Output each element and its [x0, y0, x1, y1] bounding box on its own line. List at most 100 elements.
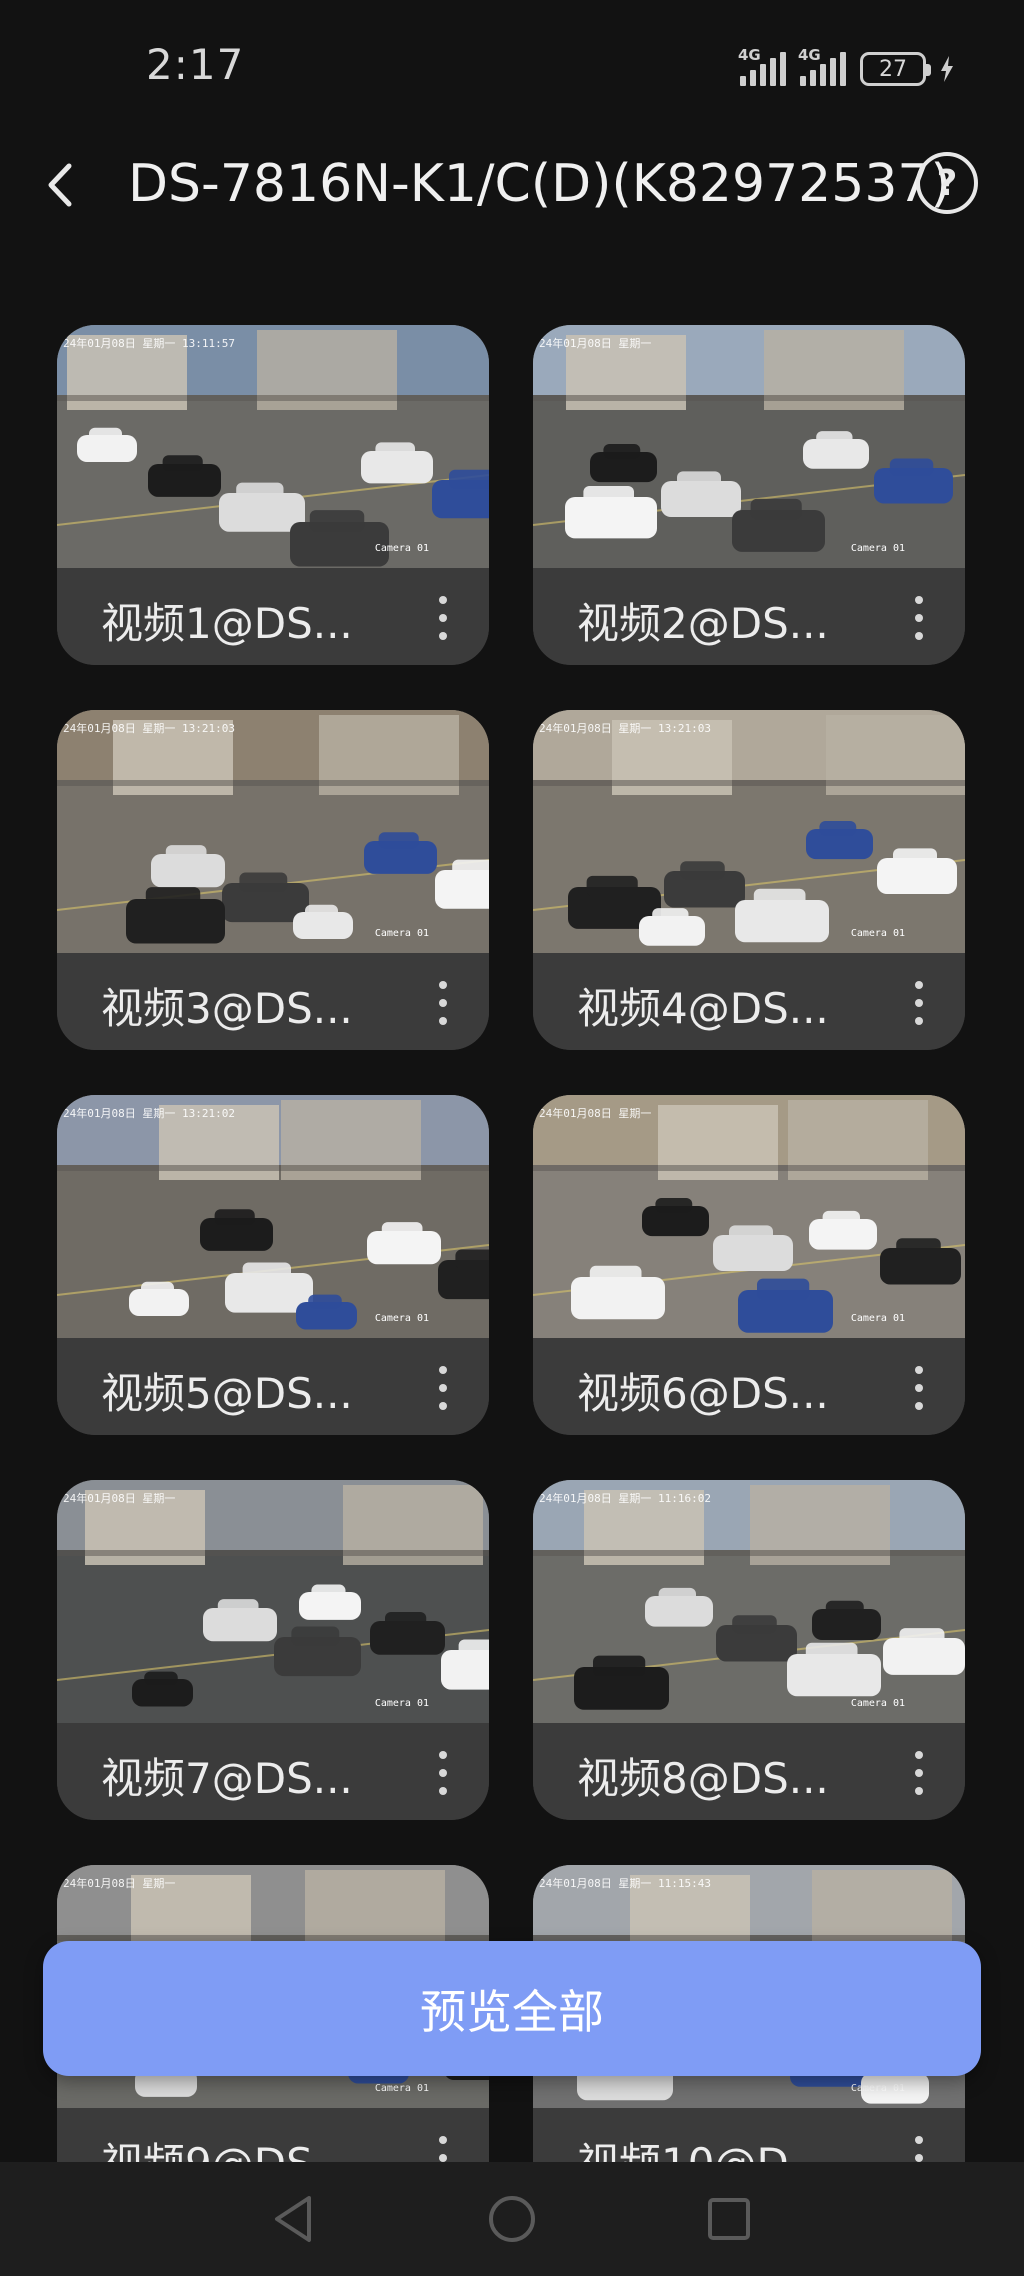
camera-card[interactable]: 24年01月08日 星期一 11:16:02 Camera 01 视频8@DS...: [533, 1480, 965, 1820]
camera-timestamp: 24年01月08日 星期一 13:11:57: [63, 337, 235, 350]
camera-name: 视频5@DS...: [101, 1369, 353, 1418]
camera-name: 视频6@DS...: [577, 1369, 829, 1418]
camera-channel-label: Camera 01: [850, 928, 905, 939]
more-options-button[interactable]: [909, 1751, 929, 1795]
battery-icon: 27: [860, 52, 931, 86]
dot-icon: [915, 1366, 923, 1374]
camera-card[interactable]: 24年01月08日 星期一 Camera 01 视频2@DS...: [533, 325, 965, 665]
camera-channel-label: Camera 01: [374, 1313, 429, 1324]
camera-card[interactable]: 24年01月08日 星期一 Camera 01 视频7@DS...: [57, 1480, 489, 1820]
more-options-button[interactable]: [433, 1366, 453, 1410]
dot-icon: [915, 1787, 923, 1795]
camera-name: 视频1@DS...: [101, 599, 353, 648]
dot-icon: [439, 1769, 447, 1777]
status-icons: 4G 4G 27: [738, 46, 954, 86]
back-button[interactable]: [30, 150, 90, 220]
nav-back-button[interactable]: [258, 2188, 328, 2250]
camera-channel-label: Camera 01: [850, 543, 905, 554]
camera-card[interactable]: 24年01月08日 星期一 13:21:03 Camera 01 视频3@DS...: [57, 710, 489, 1050]
dot-icon: [439, 632, 447, 640]
camera-card[interactable]: 24年01月08日 星期一 13:11:57 Camera 01 视频1@DS...: [57, 325, 489, 665]
camera-feed-image: [533, 1480, 965, 1723]
camera-channel-label: Camera 01: [850, 1698, 905, 1709]
camera-feed-image: [533, 710, 965, 953]
camera-feed-image: [57, 710, 489, 953]
dot-icon: [439, 2154, 447, 2162]
nav-recents-button[interactable]: [694, 2188, 764, 2250]
camera-card-footer: 视频5@DS...: [57, 1338, 489, 1435]
camera-card[interactable]: 24年01月08日 星期一 13:21:02 Camera 01 视频5@DS...: [57, 1095, 489, 1435]
dot-icon: [915, 632, 923, 640]
network-type-label: 4G: [798, 46, 821, 64]
dot-icon: [915, 596, 923, 604]
camera-feed-image: [533, 325, 965, 568]
signal-icon: 4G: [798, 46, 846, 86]
more-options-button[interactable]: [909, 1366, 929, 1410]
dot-icon: [439, 1402, 447, 1410]
app-header: DS-7816N-K1/C(D)(K82972537) ?: [0, 140, 1024, 230]
more-options-button[interactable]: [433, 981, 453, 1025]
camera-thumbnail[interactable]: 24年01月08日 星期一 13:21:02 Camera 01: [57, 1095, 489, 1338]
camera-timestamp: 24年01月08日 星期一 13:21:02: [63, 1107, 235, 1120]
camera-thumbnail[interactable]: 24年01月08日 星期一 11:16:02 Camera 01: [533, 1480, 965, 1723]
camera-card[interactable]: 24年01月08日 星期一 Camera 01 视频6@DS...: [533, 1095, 965, 1435]
dot-icon: [439, 1751, 447, 1759]
more-options-button[interactable]: [433, 596, 453, 640]
nav-home-button[interactable]: [477, 2188, 547, 2250]
more-options-button[interactable]: [909, 981, 929, 1025]
dot-icon: [439, 596, 447, 604]
status-bar: 2:17 4G 4G 27: [0, 0, 1024, 130]
help-button[interactable]: ?: [916, 152, 978, 214]
dot-icon: [915, 999, 923, 1007]
camera-feed-image: [57, 1095, 489, 1338]
camera-thumbnail[interactable]: 24年01月08日 星期一 13:21:03 Camera 01: [533, 710, 965, 953]
camera-timestamp: 24年01月08日 星期一: [63, 1877, 176, 1890]
camera-thumbnail[interactable]: 24年01月08日 星期一 13:11:57 Camera 01: [57, 325, 489, 568]
more-options-button[interactable]: [433, 1751, 453, 1795]
camera-thumbnail[interactable]: 24年01月08日 星期一 13:21:03 Camera 01: [57, 710, 489, 953]
camera-timestamp: 24年01月08日 星期一: [539, 337, 652, 350]
camera-thumbnail[interactable]: 24年01月08日 星期一 Camera 01: [533, 325, 965, 568]
preview-all-button[interactable]: 预览全部: [43, 1941, 981, 2076]
camera-thumbnail[interactable]: 24年01月08日 星期一 Camera 01: [57, 1480, 489, 1723]
camera-feed-image: [57, 325, 489, 568]
camera-card-footer: 视频6@DS...: [533, 1338, 965, 1435]
page-title: DS-7816N-K1/C(D)(K82972537): [128, 154, 951, 214]
camera-timestamp: 24年01月08日 星期一 13:21:03: [63, 722, 235, 735]
dot-icon: [915, 2154, 923, 2162]
camera-channel-label: Camera 01: [374, 928, 429, 939]
dot-icon: [439, 981, 447, 989]
camera-feed-image: [533, 1095, 965, 1338]
camera-channel-label: Camera 01: [374, 1698, 429, 1709]
dot-icon: [439, 614, 447, 622]
camera-card[interactable]: 24年01月08日 星期一 13:21:03 Camera 01 视频4@DS...: [533, 710, 965, 1050]
more-options-button[interactable]: [909, 596, 929, 640]
signal-icon: 4G: [738, 46, 786, 86]
camera-name: 视频7@DS...: [101, 1754, 353, 1803]
dot-icon: [439, 999, 447, 1007]
camera-name: 视频8@DS...: [577, 1754, 829, 1803]
camera-thumbnail[interactable]: 24年01月08日 星期一 Camera 01: [533, 1095, 965, 1338]
camera-timestamp: 24年01月08日 星期一 13:21:03: [539, 722, 711, 735]
dot-icon: [915, 1751, 923, 1759]
dot-icon: [439, 1366, 447, 1374]
dot-icon: [439, 1384, 447, 1392]
question-mark-icon: ?: [936, 162, 958, 204]
charging-icon: [941, 56, 953, 82]
battery-level: 27: [879, 56, 907, 82]
camera-channel-label: Camera 01: [374, 2083, 429, 2094]
camera-channel-label: Camera 01: [850, 2083, 905, 2094]
dot-icon: [915, 1402, 923, 1410]
camera-channel-label: Camera 01: [374, 543, 429, 554]
dot-icon: [915, 981, 923, 989]
circle-home-icon: [489, 2196, 535, 2242]
dot-icon: [915, 2136, 923, 2144]
camera-card-footer: 视频2@DS...: [533, 568, 965, 665]
dot-icon: [915, 1017, 923, 1025]
camera-card-footer: 视频7@DS...: [57, 1723, 489, 1820]
system-nav-bar: [0, 2162, 1024, 2276]
camera-card-footer: 视频4@DS...: [533, 953, 965, 1050]
dot-icon: [915, 1384, 923, 1392]
camera-name: 视频3@DS...: [101, 984, 353, 1033]
camera-card-footer: 视频8@DS...: [533, 1723, 965, 1820]
